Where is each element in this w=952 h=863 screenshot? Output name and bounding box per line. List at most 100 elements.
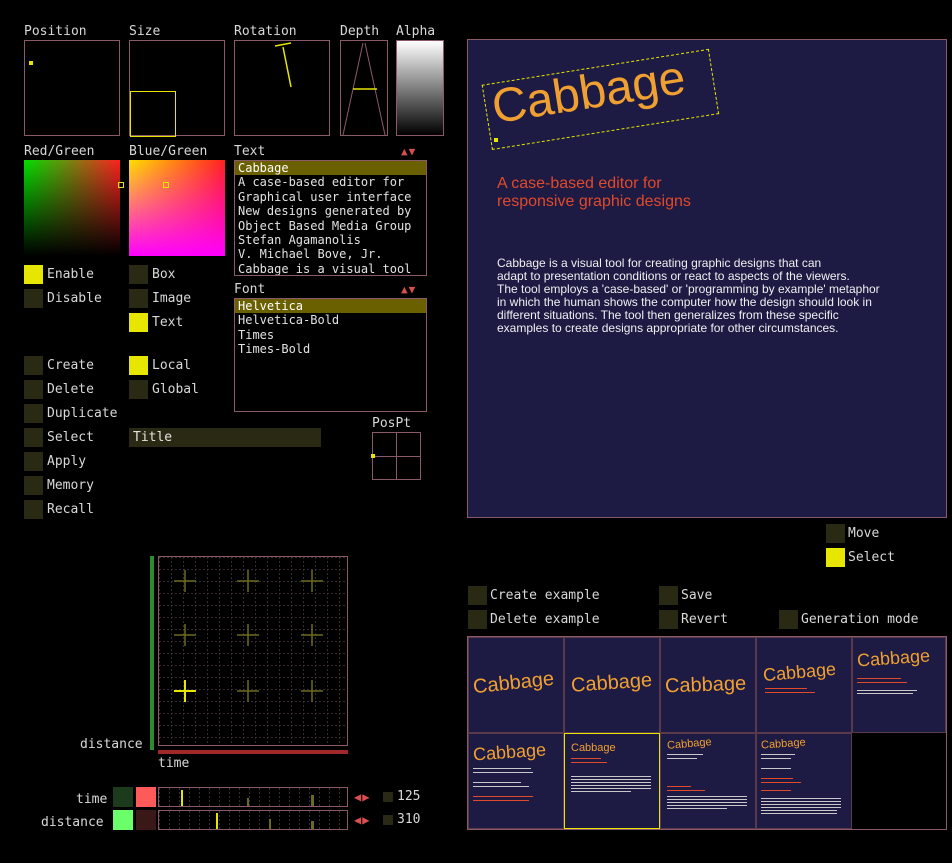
red-green-cursor[interactable]: [118, 182, 124, 188]
example-thumbnail[interactable]: Cabbage: [852, 637, 946, 733]
text-list-item[interactable]: V. Michael Bove, Jr.: [235, 247, 426, 261]
text-list-item[interactable]: Graphical user interface: [235, 190, 426, 204]
delete-button[interactable]: [24, 380, 43, 399]
font-list-item[interactable]: Helvetica-Bold: [235, 313, 426, 327]
time-step-arrows-icon[interactable]: ◀▶: [354, 790, 370, 804]
thumbnail-title: Cabbage: [666, 736, 713, 752]
case-graph-canvas[interactable]: [159, 557, 347, 745]
examples-strip[interactable]: Cabbage Cabbage Cabbage Cabbage Cabbage …: [467, 636, 947, 830]
example-thumbnail[interactable]: Cabbage: [756, 733, 852, 829]
title-selection-box[interactable]: Cabbage: [481, 48, 720, 150]
generation-mode-checkbox[interactable]: [779, 610, 798, 629]
font-list-arrows-icon[interactable]: ▲▼: [401, 283, 416, 296]
text-list-arrows-icon[interactable]: ▲▼: [401, 145, 416, 158]
time-slider[interactable]: [158, 787, 348, 807]
example-thumbnail[interactable]: Cabbage: [564, 637, 660, 733]
blue-green-cursor[interactable]: [163, 182, 169, 188]
canvas-title[interactable]: Cabbage: [488, 50, 689, 135]
select-button[interactable]: [24, 428, 43, 447]
pospt-marker[interactable]: [371, 454, 375, 458]
alpha-label: Alpha: [396, 24, 436, 39]
graph-xlabel: time: [158, 756, 190, 771]
design-canvas[interactable]: Cabbage A case-based editor for responsi…: [467, 39, 947, 518]
canvas-subtitle[interactable]: A case-based editor for responsive graph…: [497, 175, 691, 211]
apply-button[interactable]: [24, 452, 43, 471]
thumbnail-title: Cabbage: [472, 667, 556, 699]
revert-button[interactable]: [659, 610, 678, 629]
select-mode-checkbox[interactable]: [826, 548, 845, 567]
blue-green-picker[interactable]: [129, 160, 225, 256]
text-list-item[interactable]: A case-based editor for: [235, 175, 426, 189]
save-button[interactable]: [659, 586, 678, 605]
create-example-button[interactable]: [468, 586, 487, 605]
font-list-item[interactable]: Times: [235, 328, 426, 342]
move-mode-checkbox[interactable]: [826, 524, 845, 543]
example-thumbnail[interactable]: Cabbage: [468, 733, 564, 829]
example-thumbnail[interactable]: Cabbage: [660, 637, 756, 733]
thumbnail-body-line: [761, 798, 841, 799]
distance-value-box[interactable]: [383, 815, 393, 825]
distance-axis-bar[interactable]: [150, 556, 154, 750]
canvas-body-line: examples to create designs appropriate f…: [497, 321, 839, 335]
font-list-item[interactable]: Helvetica: [235, 299, 426, 314]
thumbnail-title: Cabbage: [760, 736, 807, 752]
canvas-subtitle-line: A case-based editor for: [497, 175, 662, 192]
recall-button[interactable]: [24, 500, 43, 519]
graph-ylabel: distance: [80, 737, 143, 752]
position-pad[interactable]: [24, 40, 120, 136]
text-list-label: Text: [234, 144, 266, 159]
time-axis-bar[interactable]: [158, 750, 348, 754]
font-list-item[interactable]: Times-Bold: [235, 342, 426, 356]
case-graph[interactable]: [158, 556, 348, 746]
global-checkbox[interactable]: [129, 380, 148, 399]
font-list[interactable]: Helvetica Helvetica-Bold Times Times-Bol…: [234, 298, 427, 412]
time-red-swatch[interactable]: [136, 787, 156, 807]
rotation-handle-icon[interactable]: [235, 41, 331, 137]
distance-red-swatch[interactable]: [136, 810, 156, 830]
time-green-swatch[interactable]: [113, 787, 133, 807]
duplicate-button[interactable]: [24, 404, 43, 423]
pospt-pad[interactable]: [371, 432, 421, 480]
example-thumbnail-selected[interactable]: Cabbage: [564, 733, 660, 829]
red-green-picker[interactable]: [24, 160, 124, 256]
title-anchor-handle[interactable]: [494, 138, 498, 142]
text-list-item[interactable]: Cabbage: [235, 161, 426, 176]
text-list-item[interactable]: Cabbage is a visual tool: [235, 262, 426, 275]
size-box[interactable]: [130, 91, 176, 137]
alpha-slider[interactable]: [396, 40, 444, 136]
example-thumbnail[interactable]: Cabbage: [468, 637, 564, 733]
size-pad[interactable]: [129, 40, 225, 137]
thumbnail-body-line: [571, 782, 651, 783]
depth-pad[interactable]: [340, 40, 388, 136]
time-value-box[interactable]: [383, 792, 393, 802]
text-list[interactable]: Cabbage A case-based editor for Graphica…: [234, 160, 427, 276]
position-marker[interactable]: [29, 61, 33, 65]
create-button[interactable]: [24, 356, 43, 375]
distance-step-arrows-icon[interactable]: ◀▶: [354, 813, 370, 827]
canvas-body-text[interactable]: Cabbage is a visual tool for creating gr…: [497, 257, 880, 335]
local-checkbox[interactable]: [129, 356, 148, 375]
enable-checkbox[interactable]: [24, 265, 43, 284]
thumbnail-title: Cabbage: [762, 658, 837, 686]
pospt-label: PosPt: [372, 416, 412, 431]
thumbnail-body-line: [571, 785, 651, 786]
rotation-pad[interactable]: [234, 40, 330, 136]
thumbnail-body-line: [667, 802, 747, 803]
memory-button[interactable]: [24, 476, 43, 495]
memory-label: Memory: [47, 478, 94, 493]
thumbnail-subtitle-line: [473, 796, 533, 797]
thumbnail-subtitle-line: [761, 782, 801, 783]
example-thumbnail[interactable]: Cabbage: [660, 733, 756, 829]
box-checkbox[interactable]: [129, 265, 148, 284]
disable-checkbox[interactable]: [24, 289, 43, 308]
distance-slider[interactable]: [158, 810, 348, 830]
distance-green-swatch[interactable]: [113, 810, 133, 830]
select-field[interactable]: Title: [129, 428, 321, 447]
text-list-item[interactable]: Object Based Media Group: [235, 219, 426, 233]
text-list-item[interactable]: Stefan Agamanolis: [235, 233, 426, 247]
text-list-item[interactable]: New designs generated by: [235, 204, 426, 218]
delete-example-button[interactable]: [468, 610, 487, 629]
example-thumbnail[interactable]: Cabbage: [756, 637, 852, 733]
text-checkbox[interactable]: [129, 313, 148, 332]
image-checkbox[interactable]: [129, 289, 148, 308]
